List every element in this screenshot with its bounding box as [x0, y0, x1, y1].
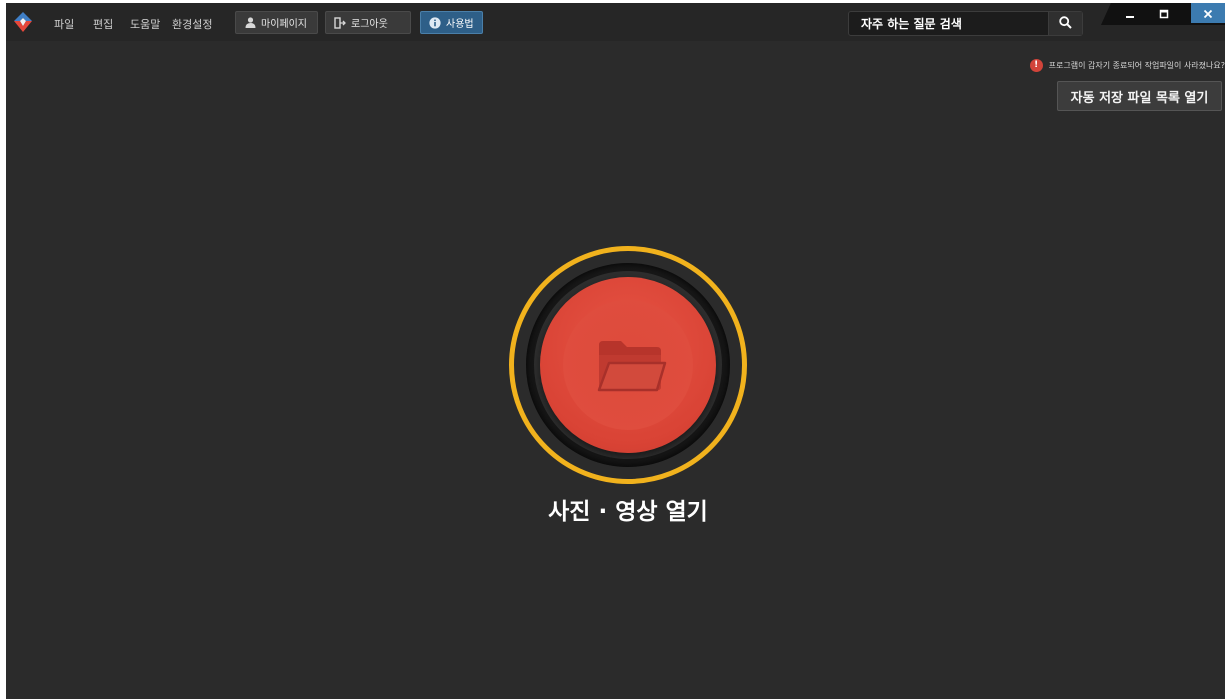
app-logo-icon — [14, 12, 32, 32]
alert-icon: ! — [1029, 58, 1043, 72]
folder-icon — [595, 335, 667, 395]
search-button[interactable] — [1048, 12, 1082, 35]
crash-notice[interactable]: ! 프로그램이 갑자기 종료되어 작업파일이 사라졌나요? — [1029, 57, 1225, 73]
menu-edit[interactable]: 편집 — [93, 16, 113, 32]
maximize-icon — [1159, 4, 1169, 23]
top-bar: 파일 편집 도움말 환경설정 마이페이지 로그아웃 사용법 — [6, 3, 1225, 41]
menu-settings[interactable]: 환경설정 — [172, 16, 212, 32]
mypage-button[interactable]: 마이페이지 — [235, 11, 318, 34]
crash-notice-text: 프로그램이 갑자기 종료되어 작업파일이 사라졌나요? — [1048, 60, 1225, 70]
search-icon — [1059, 14, 1072, 33]
howto-button[interactable]: 사용법 — [420, 11, 483, 34]
window-controls — [1101, 3, 1225, 25]
user-icon — [244, 17, 256, 29]
autosave-list-button[interactable]: 자동 저장 파일 목록 열기 — [1057, 81, 1222, 111]
logout-icon — [334, 16, 346, 29]
faq-search-box — [848, 11, 1083, 36]
menu-file[interactable]: 파일 — [54, 16, 74, 32]
close-button[interactable] — [1191, 3, 1225, 23]
mypage-label: 마이페이지 — [261, 19, 307, 30]
close-icon — [1203, 4, 1213, 23]
open-media-button[interactable] — [509, 246, 747, 484]
logout-button[interactable]: 로그아웃 — [325, 11, 411, 34]
minimize-button[interactable] — [1113, 3, 1147, 23]
info-icon — [429, 16, 441, 29]
minimize-icon — [1125, 4, 1135, 23]
maximize-button[interactable] — [1147, 3, 1181, 23]
red-button-face — [540, 277, 716, 453]
logout-label: 로그아웃 — [351, 19, 388, 30]
menu-help[interactable]: 도움말 — [130, 16, 160, 32]
faq-search-input[interactable] — [849, 12, 1049, 35]
open-media-label[interactable]: 사진 · 영상 열기 — [509, 492, 747, 526]
app-window: 파일 편집 도움말 환경설정 마이페이지 로그아웃 사용법 자주 하는 질문 검… — [6, 3, 1225, 699]
howto-label: 사용법 — [446, 19, 474, 30]
